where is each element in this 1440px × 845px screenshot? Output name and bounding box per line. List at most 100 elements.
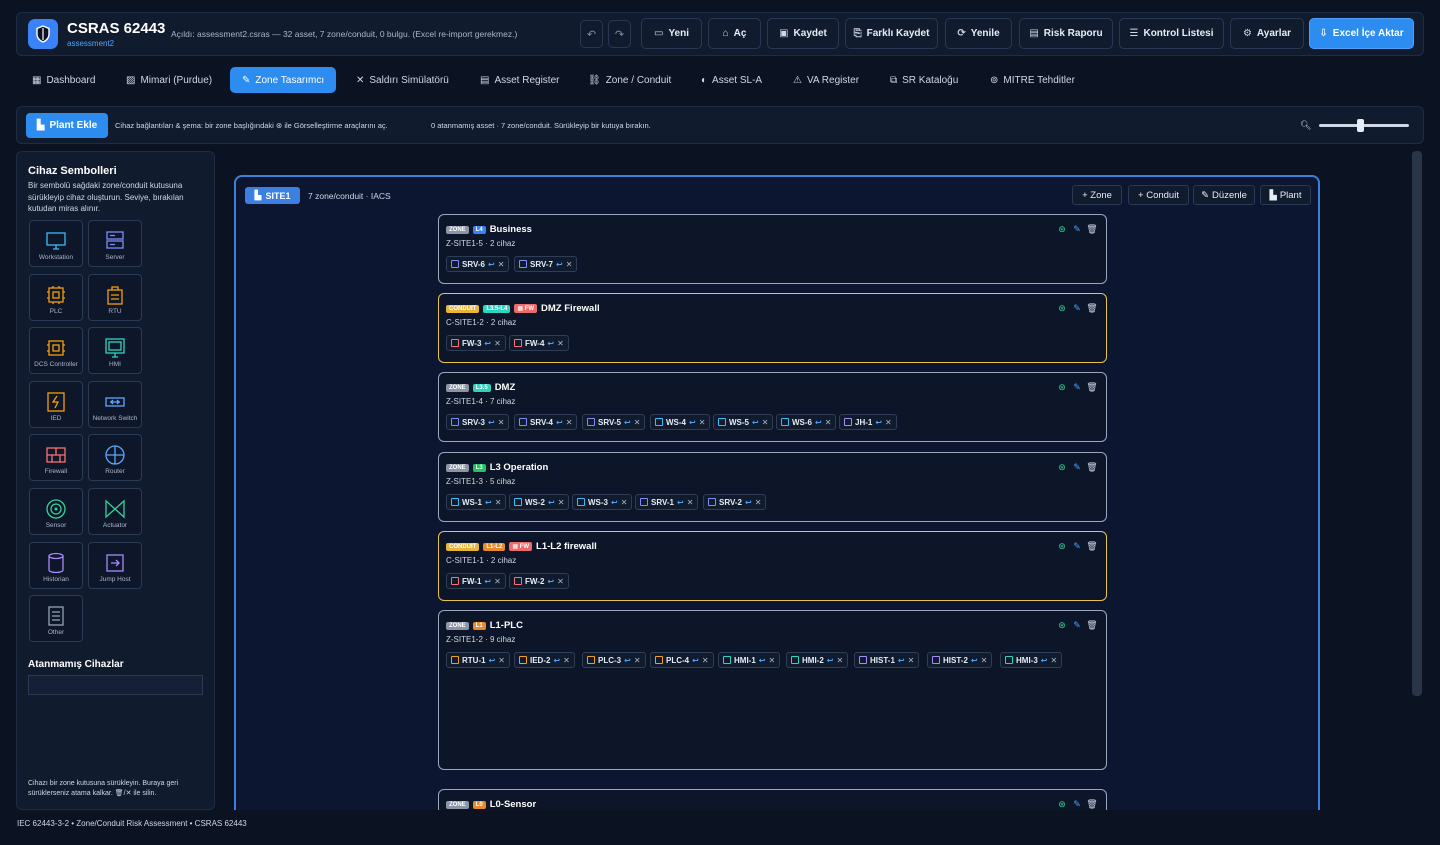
- device-chip[interactable]: SRV-5 ↩ ✕: [582, 414, 646, 430]
- remove-icon[interactable]: ✕: [981, 656, 988, 665]
- unlink-icon[interactable]: ↩: [692, 656, 699, 665]
- edit-button[interactable]: ✎: [1072, 462, 1082, 472]
- unlink-icon[interactable]: ↩: [677, 498, 684, 507]
- tab-va-register[interactable]: ⚠ VA Register: [793, 67, 859, 93]
- remove-icon[interactable]: ✕: [762, 418, 769, 427]
- new-button[interactable]: ▭ Yeni: [641, 18, 702, 49]
- remove-icon[interactable]: ✕: [885, 418, 892, 427]
- tab-asset-sla[interactable]: ◐ Asset SL-A: [701, 67, 762, 93]
- add-conduit-button[interactable]: + Conduit: [1128, 185, 1189, 205]
- conduit-box[interactable]: CONDUIT L3.5-L4 ▦ FW DMZ Firewall C-SITE1-2 …: [438, 293, 1107, 363]
- device-chip[interactable]: WS-1 ↩ ✕: [446, 494, 507, 510]
- device-chip[interactable]: RTU-1 ↩ ✕: [446, 652, 510, 668]
- device-chip[interactable]: WS-3 ↩ ✕: [572, 494, 633, 510]
- delete-button[interactable]: 🗑︎: [1086, 303, 1097, 313]
- visualize-button[interactable]: ⊛: [1057, 799, 1067, 809]
- remove-icon[interactable]: ✕: [494, 339, 501, 348]
- device-chip[interactable]: FW-3 ↩ ✕: [446, 335, 506, 351]
- unlink-icon[interactable]: ↩: [752, 418, 759, 427]
- tab-mitre-threats[interactable]: ⊚ MITRE Tehditler: [990, 67, 1075, 93]
- remove-icon[interactable]: ✕: [494, 577, 501, 586]
- remove-icon[interactable]: ✕: [498, 656, 505, 665]
- delete-button[interactable]: 🗑︎: [1086, 382, 1097, 392]
- edit-button[interactable]: ✎: [1072, 382, 1082, 392]
- edit-button[interactable]: ✎: [1072, 541, 1082, 551]
- device-chip[interactable]: SRV-3 ↩ ✕: [446, 414, 510, 430]
- device-chip[interactable]: SRV-1 ↩ ✕: [635, 494, 699, 510]
- zone-box[interactable]: ZONE L0 L0-Sensor ⊛ ✎ 🗑︎: [438, 789, 1107, 810]
- remove-icon[interactable]: ✕: [1050, 656, 1057, 665]
- symbol-other[interactable]: Other: [29, 595, 83, 643]
- tab-architecture[interactable]: ▨ Mimari (Purdue): [126, 67, 212, 93]
- tab-zone-conduit[interactable]: ⛓ Zone / Conduit: [588, 67, 671, 93]
- tab-attack-simulator[interactable]: ✕ Saldırı Simülatörü: [356, 67, 449, 93]
- symbol-workstation[interactable]: Workstation: [29, 220, 83, 267]
- delete-button[interactable]: 🗑︎: [1086, 541, 1097, 551]
- symbol-firewall[interactable]: Firewall: [29, 434, 83, 482]
- unlink-icon[interactable]: ↩: [548, 498, 555, 507]
- unlink-icon[interactable]: ↩: [556, 418, 563, 427]
- excel-import-button[interactable]: ⇩ Excel İçe Aktar: [1309, 18, 1414, 49]
- unlink-icon[interactable]: ↩: [689, 418, 696, 427]
- zoom-slider[interactable]: [1319, 119, 1409, 132]
- symbol-router[interactable]: Router: [88, 434, 142, 482]
- edit-button[interactable]: ✎: [1072, 799, 1082, 809]
- unlink-icon[interactable]: ↩: [875, 418, 882, 427]
- symbol-network-switch[interactable]: Network Switch: [88, 380, 142, 428]
- unlink-icon[interactable]: ↩: [611, 498, 618, 507]
- unlink-icon[interactable]: ↩: [488, 418, 495, 427]
- visualize-button[interactable]: ⊛: [1057, 382, 1067, 392]
- checklist-button[interactable]: ☰ Kontrol Listesi: [1119, 18, 1224, 49]
- remove-icon[interactable]: ✕: [768, 656, 775, 665]
- unlink-icon[interactable]: ↩: [547, 577, 554, 586]
- risk-report-button[interactable]: ▤ Risk Raporu: [1019, 18, 1113, 49]
- unlink-icon[interactable]: ↩: [484, 577, 491, 586]
- save-button[interactable]: ▣ Kaydet: [767, 18, 839, 49]
- remove-icon[interactable]: ✕: [498, 260, 505, 269]
- device-chip[interactable]: HIST-1 ↩ ✕: [854, 652, 920, 668]
- device-chip[interactable]: PLC-4 ↩ ✕: [650, 652, 714, 668]
- save-as-button[interactable]: ⎘ Farklı Kaydet: [845, 18, 938, 49]
- redo-button[interactable]: ↷: [608, 20, 631, 48]
- device-chip[interactable]: HMI-2 ↩ ✕: [786, 652, 849, 668]
- device-chip[interactable]: HIST-2 ↩ ✕: [927, 652, 993, 668]
- delete-button[interactable]: 🗑︎: [1086, 799, 1097, 809]
- unlink-icon[interactable]: ↩: [624, 656, 631, 665]
- delete-button[interactable]: 🗑︎: [1086, 620, 1097, 630]
- symbol-dcs-controller[interactable]: DCS Controller: [29, 327, 83, 375]
- edit-button[interactable]: ✎: [1072, 620, 1082, 630]
- device-chip[interactable]: SRV-7 ↩ ✕: [514, 256, 578, 272]
- unlink-icon[interactable]: ↩: [489, 656, 496, 665]
- visualize-button[interactable]: ⊛: [1057, 224, 1067, 234]
- visualize-button[interactable]: ⊛: [1057, 541, 1067, 551]
- symbol-hmi[interactable]: HMI: [88, 327, 142, 375]
- zone-box[interactable]: ZONE L4 Business Z-SITE1-5 · 2 cihaz ⊛ ✎ 🗑︎ SRV…: [438, 214, 1107, 284]
- unlink-icon[interactable]: ↩: [488, 260, 495, 269]
- site-container[interactable]: ▙ SITE1 7 zone/conduit · IACS + Zone + Co…: [234, 175, 1320, 810]
- plant-button[interactable]: ▙ Plant: [1260, 185, 1311, 205]
- device-chip[interactable]: WS-6 ↩ ✕: [776, 414, 837, 430]
- edit-button[interactable]: ✎: [1072, 303, 1082, 313]
- vertical-scrollbar[interactable]: [1412, 151, 1422, 696]
- device-chip[interactable]: JH-1 ↩ ✕: [839, 414, 897, 430]
- undo-button[interactable]: ↶: [580, 20, 603, 48]
- zone-box[interactable]: ZONE L1 L1-PLC Z-SITE1-2 · 9 cihaz ⊛ ✎ 🗑︎ RTU-1…: [438, 610, 1107, 770]
- device-chip[interactable]: FW-2 ↩ ✕: [509, 573, 569, 589]
- delete-button[interactable]: 🗑︎: [1086, 462, 1097, 472]
- device-chip[interactable]: SRV-4 ↩ ✕: [514, 414, 578, 430]
- tab-sr-catalog[interactable]: ⧉ SR Kataloğu: [890, 67, 958, 93]
- refresh-button[interactable]: ⟳ Yenile: [945, 18, 1012, 49]
- symbol-historian[interactable]: Historian: [29, 541, 83, 589]
- unlink-icon[interactable]: ↩: [547, 339, 554, 348]
- design-canvas[interactable]: ▙ SITE1 7 zone/conduit · IACS + Zone + Co…: [228, 151, 1408, 810]
- zone-box[interactable]: ZONE L3 L3 Operation Z-SITE1-3 · 5 cihaz ⊛ ✎ 🗑…: [438, 452, 1107, 522]
- symbol-server[interactable]: Server: [88, 220, 142, 267]
- unlink-icon[interactable]: ↩: [553, 656, 560, 665]
- visualize-button[interactable]: ⊛: [1057, 303, 1067, 313]
- tab-asset-register[interactable]: ▤ Asset Register: [480, 67, 559, 93]
- symbol-jump-host[interactable]: Jump Host: [88, 541, 142, 589]
- unlink-icon[interactable]: ↩: [1041, 656, 1048, 665]
- device-chip[interactable]: IED-2 ↩ ✕: [514, 652, 575, 668]
- remove-icon[interactable]: ✕: [566, 418, 573, 427]
- visualize-button[interactable]: ⊛: [1057, 620, 1067, 630]
